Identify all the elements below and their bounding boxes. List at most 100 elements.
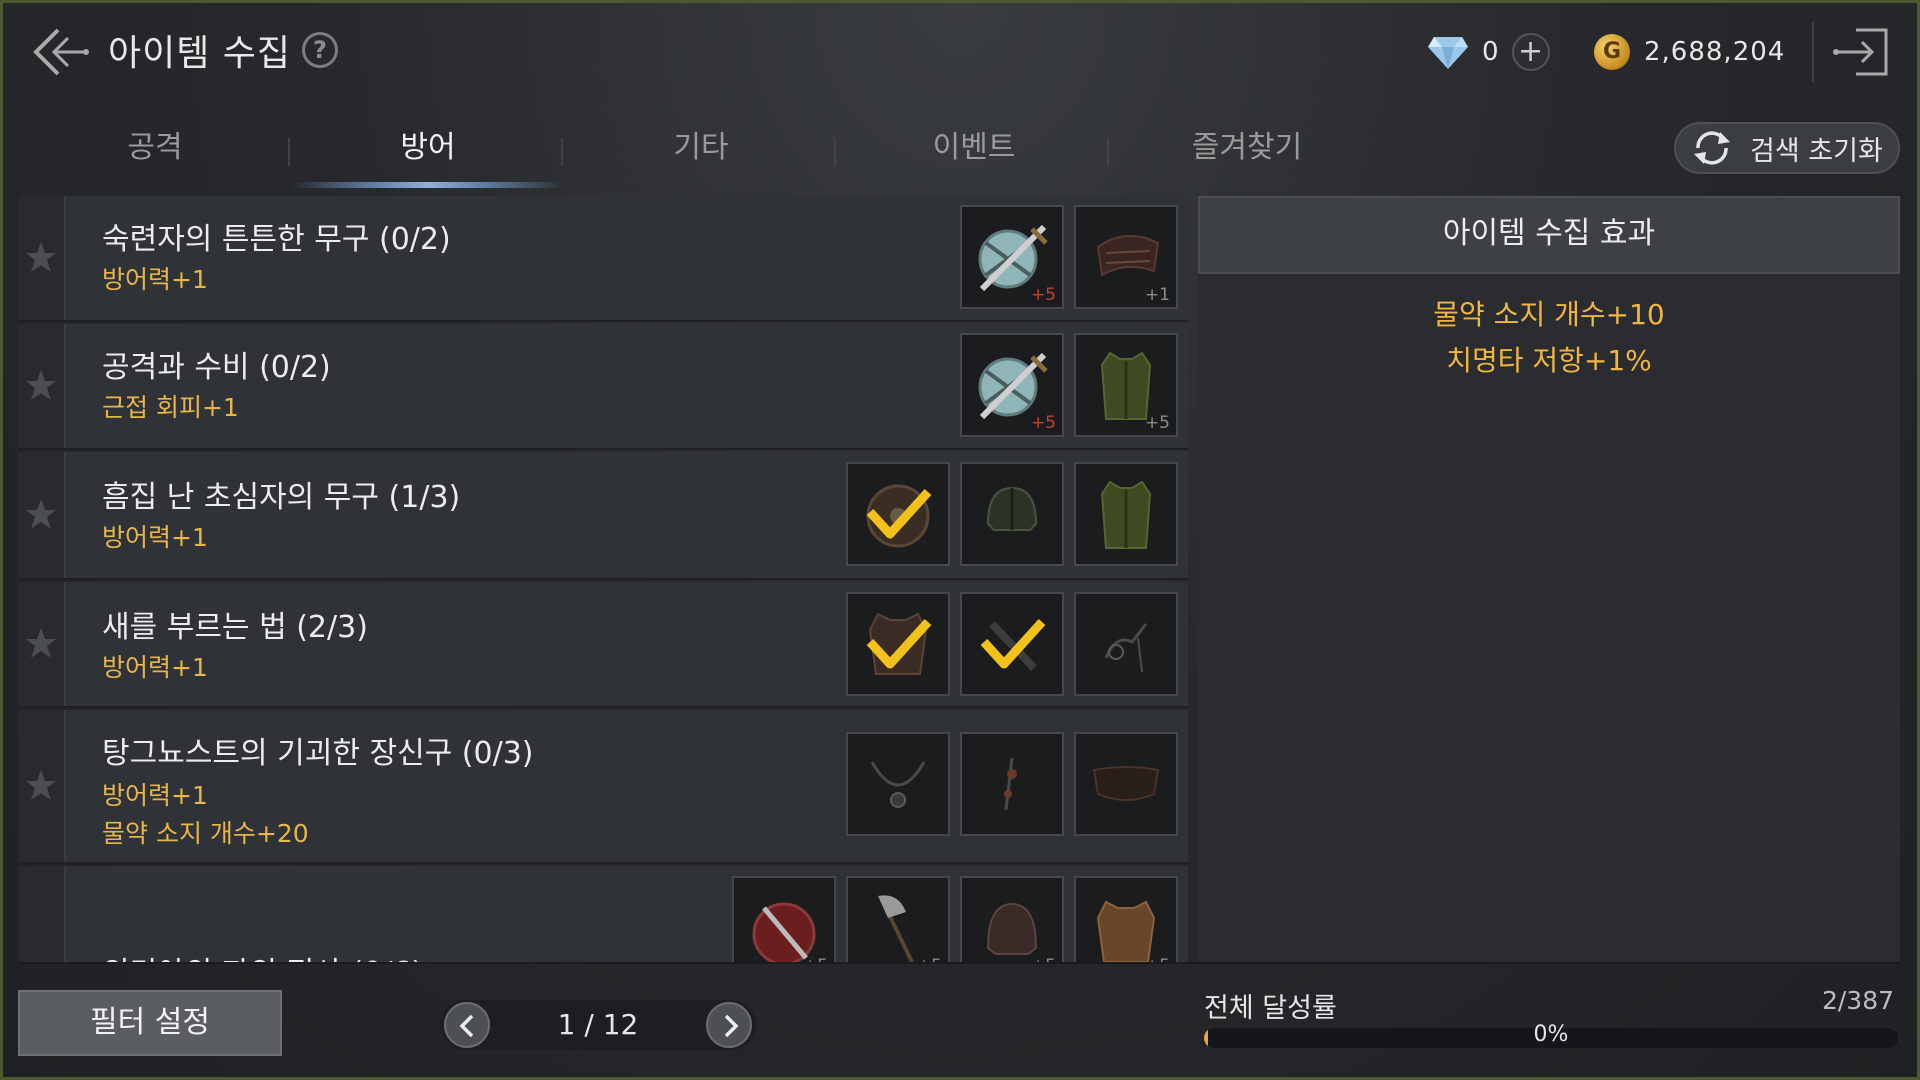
star-icon: [26, 370, 56, 400]
favorite-toggle[interactable]: [18, 582, 66, 706]
collection-title: 숙련자의 튼튼한 무구 (0/2): [102, 222, 451, 257]
item-level: +5: [1030, 285, 1056, 305]
collection-title: 의리아의 자의 전사 (0/6): [102, 948, 423, 962]
item-slot[interactable]: [1074, 592, 1178, 696]
exit-icon: [1833, 28, 1888, 76]
earring-icon: [1004, 757, 1017, 811]
collection-row[interactable]: 새를 부르는 법 (2/3) 방어력+1: [18, 582, 1188, 708]
star-icon: [26, 499, 56, 529]
collection-row[interactable]: 숙련자의 튼튼한 무구 (0/2) 방어력+1 +5 +1: [18, 196, 1188, 322]
item-level: +5: [1030, 413, 1056, 433]
collection-effect: 방어력+1: [102, 523, 208, 552]
favorite-toggle[interactable]: [18, 866, 66, 962]
collection-title: 탕그뇨스트의 기괴한 장신구 (0/3): [102, 736, 534, 771]
refresh-icon: [1694, 131, 1730, 165]
item-slot[interactable]: +5: [1074, 876, 1178, 962]
tab-divider: [288, 138, 290, 166]
effect-line: 물약 소지 개수+10: [1433, 298, 1665, 331]
item-slot[interactable]: +1: [1074, 205, 1178, 309]
footer-divider: [18, 962, 1900, 964]
tab-favorites[interactable]: 즐겨찾기: [1110, 120, 1384, 190]
effect-line: 치명타 저항+1%: [1446, 344, 1652, 377]
progress-percent: 0%: [1533, 1022, 1569, 1047]
effect-list: 물약 소지 개수+10 치명타 저항+1%: [1198, 292, 1900, 384]
reset-search-label: 검색 초기화: [1750, 135, 1883, 167]
header: 아이템 수집 ? 0 + G 2,688,204: [0, 0, 1920, 104]
collection-row[interactable]: 흠집 난 초심자의 무구 (1/3) 방어력+1: [18, 452, 1188, 580]
favorite-toggle[interactable]: [18, 324, 66, 448]
star-icon: [26, 770, 56, 800]
page-title: 아이템 수집: [108, 33, 292, 74]
progress-count: 2/387: [1821, 986, 1894, 1015]
item-slot[interactable]: [1074, 732, 1178, 836]
item-slot[interactable]: [846, 462, 950, 566]
item-slot[interactable]: +5: [732, 876, 836, 962]
belt-icon: [1092, 766, 1160, 801]
item-slot[interactable]: +5: [960, 205, 1064, 309]
item-slot[interactable]: +5: [846, 876, 950, 962]
item-slot[interactable]: [1074, 462, 1178, 566]
gold-currency: G 2,688,204: [1594, 26, 1785, 78]
collection-row[interactable]: 공격과 수비 (0/2) 근접 회피+1 +5 +5: [18, 324, 1188, 450]
tab-attack[interactable]: 공격: [18, 120, 292, 190]
collection-list: 숙련자의 튼튼한 무구 (0/2) 방어력+1 +5 +1 공격과 수비 (0/…: [18, 196, 1188, 962]
item-slot[interactable]: +5: [960, 876, 1064, 962]
chevron-right-icon: [724, 1014, 739, 1038]
helmet-icon: [986, 902, 1038, 955]
diamond-icon: [1428, 37, 1468, 69]
gem-count: 0: [1482, 37, 1500, 67]
tab-defense[interactable]: 방어: [291, 120, 565, 190]
axe-icon: [878, 895, 914, 962]
gem-currency: 0 +: [1428, 26, 1550, 78]
add-gem-button[interactable]: +: [1511, 33, 1550, 71]
collection-effect: 방어력+1: [102, 653, 208, 682]
axe-shield-icon: [752, 902, 816, 962]
progress-label: 전체 달성률: [1204, 993, 1337, 1024]
collection-effect: 물약 소지 개수+20: [102, 819, 309, 848]
item-slot[interactable]: +5: [1074, 333, 1178, 437]
header-divider: [1812, 22, 1814, 82]
collection-effect: 방어력+1: [102, 781, 208, 810]
category-tabs: 공격 방어 기타 이벤트: [18, 120, 1118, 190]
item-slot[interactable]: [960, 462, 1064, 566]
item-slot[interactable]: [960, 732, 1064, 836]
effect-panel-title: 아이템 수집 효과: [1198, 196, 1900, 274]
collection-row[interactable]: 탕그뇨스트의 기괴한 장신구 (0/3) 방어력+1 물약 소지 개수+20: [18, 710, 1188, 864]
item-slot[interactable]: [846, 592, 950, 696]
helmet-icon: [986, 486, 1038, 531]
collection-effect: 방어력+1: [102, 265, 208, 294]
gold-amount: 2,688,204: [1644, 37, 1786, 67]
reset-search-button[interactable]: 검색 초기화: [1674, 122, 1900, 174]
tab-event[interactable]: 이벤트: [837, 120, 1111, 190]
armor-icon: [866, 612, 932, 675]
back-button[interactable]: [28, 24, 92, 80]
bird-trinket-icon: [1104, 623, 1148, 673]
star-icon: [26, 628, 56, 658]
prev-page-button[interactable]: [444, 1002, 490, 1048]
help-icon[interactable]: ?: [302, 32, 338, 68]
favorite-toggle[interactable]: [18, 710, 66, 862]
chevron-left-icon: [459, 1014, 474, 1038]
collection-effect-panel: 아이템 수집 효과 물약 소지 개수+10 치명타 저항+1%: [1198, 196, 1900, 962]
collection-title: 공격과 수비 (0/2): [102, 350, 331, 385]
whistle-icon: [980, 618, 1046, 671]
tab-divider: [834, 138, 836, 166]
back-arrow-icon: [33, 28, 89, 76]
vest-icon: [1100, 480, 1152, 549]
collection-row[interactable]: 의리아의 자의 전사 (0/6) +5 +5 +5 +5: [18, 866, 1188, 962]
star-icon: [26, 242, 56, 272]
collection-effect: 근접 회피+1: [102, 393, 239, 422]
active-tab-indicator: [291, 182, 565, 188]
item-level: +1: [1144, 285, 1170, 305]
collection-title: 새를 부르는 법 (2/3): [102, 610, 368, 645]
item-slot[interactable]: [960, 592, 1064, 696]
item-slot[interactable]: [846, 732, 950, 836]
item-slot[interactable]: +5: [960, 333, 1064, 437]
filter-settings-button[interactable]: 필터 설정: [18, 990, 282, 1056]
exit-button[interactable]: [1830, 22, 1894, 82]
round-shield-icon: [866, 484, 932, 548]
next-page-button[interactable]: [706, 1002, 752, 1048]
favorite-toggle[interactable]: [18, 196, 66, 320]
favorite-toggle[interactable]: [18, 452, 66, 578]
tab-etc[interactable]: 기타: [564, 120, 838, 190]
